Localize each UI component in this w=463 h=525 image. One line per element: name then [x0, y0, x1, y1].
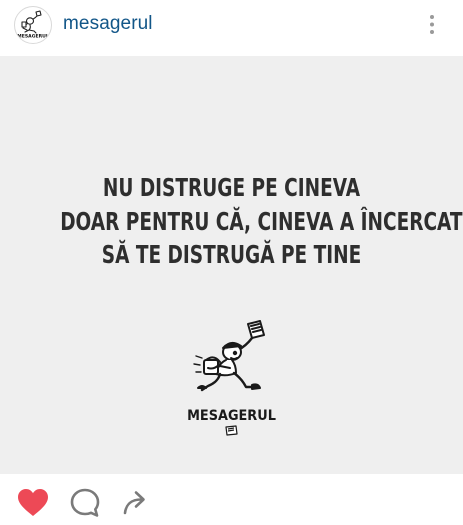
share-button[interactable] — [120, 487, 154, 519]
avatar-logo-text: MESAGERUL — [17, 34, 49, 40]
comment-bubble-icon — [70, 488, 100, 517]
mascot-illustration-icon — [193, 320, 265, 392]
more-vertical-icon — [430, 15, 434, 34]
post-action-bar — [0, 474, 463, 525]
newspaper-mark-icon — [225, 425, 238, 436]
quote-line: SĂ TE DISTRUGĂ PE TINE — [101, 240, 362, 269]
like-button[interactable] — [16, 487, 50, 519]
avatar[interactable]: MESAGERUL — [14, 6, 52, 44]
more-options-button[interactable] — [422, 12, 442, 38]
mesagerul-logo-icon: MESAGERUL — [17, 10, 49, 40]
quote-line: NU DISTRUGE PE CINEVA — [102, 173, 361, 202]
brand-text: MESAGERUL — [187, 408, 276, 424]
quote-line: DOAR PENTRU CĂ, CINEVA A ÎNCERCAT — [60, 207, 463, 236]
share-arrow-icon — [123, 491, 145, 515]
post-header: MESAGERUL mesagerul — [0, 0, 463, 56]
username[interactable]: mesagerul — [63, 13, 153, 35]
comment-button[interactable] — [68, 487, 102, 519]
post-image[interactable]: NU DISTRUGE PE CINEVA DOAR PENTRU CĂ, CI… — [0, 56, 463, 474]
heart-filled-icon — [18, 489, 48, 516]
